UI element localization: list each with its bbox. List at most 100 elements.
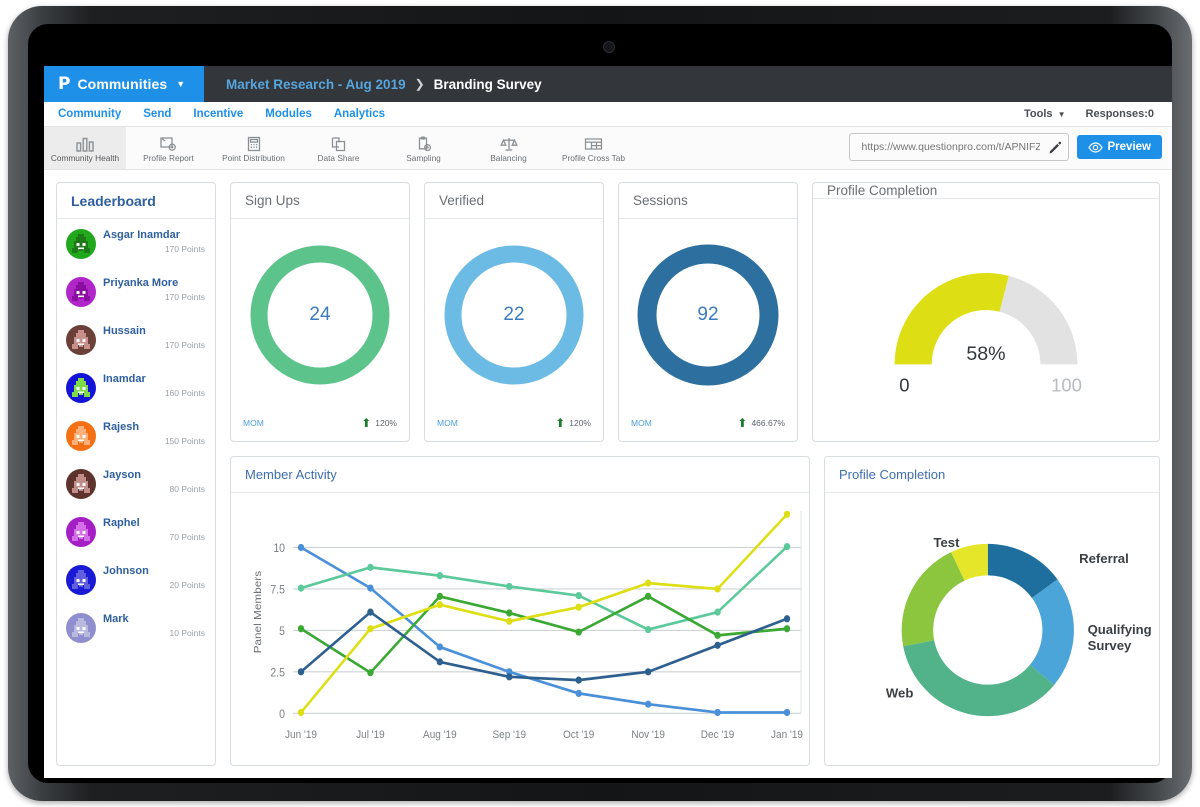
leaderboard-member-name[interactable]: Mark [103, 613, 207, 625]
breadcrumb: Market Research - Aug 2019 ❯ Branding Su… [204, 66, 1172, 102]
y-tick-label: 7.5 [270, 584, 285, 597]
nav-item-modules[interactable]: Modules [265, 108, 312, 120]
breadcrumb-parent[interactable]: Market Research - Aug 2019 [226, 77, 406, 92]
survey-url-group: Preview [849, 133, 1162, 161]
nav-item-community[interactable]: Community [58, 108, 121, 120]
tools-menu[interactable]: Tools ▼ [1024, 108, 1066, 120]
responses-count: Responses:0 [1086, 108, 1154, 120]
mom-label[interactable]: MOM [243, 418, 264, 428]
leaderboard-member-name[interactable]: Inamdar [103, 373, 207, 385]
leaderboard-member-name[interactable]: Asgar Inamdar [103, 229, 207, 241]
chart-data-point[interactable] [714, 632, 720, 639]
chart-data-point[interactable] [298, 544, 304, 551]
chart-data-point[interactable] [437, 593, 443, 600]
chart-data-point[interactable] [784, 543, 790, 550]
chart-data-point[interactable] [367, 564, 373, 571]
dashboard-right: Sign Ups 24 MOM ⬆ 120% [230, 182, 1160, 766]
leaderboard-row[interactable]: Rajesh150 Points [57, 417, 215, 465]
kpi-card-sessions: Sessions 92 MOM ⬆ 466.67% [618, 182, 798, 442]
chart-data-point[interactable] [367, 669, 373, 676]
toolbar-item-community-health[interactable]: Community Health [44, 127, 126, 169]
toolbar-item-balancing[interactable]: Balancing [466, 127, 551, 169]
toolbar-item-sampling[interactable]: Sampling [381, 127, 466, 169]
toolbar-item-point-distribution[interactable]: Point Distribution [211, 127, 296, 169]
chart-data-point[interactable] [645, 668, 651, 675]
donut-slice[interactable] [903, 640, 1054, 716]
chart-data-point[interactable] [714, 609, 720, 616]
nav-item-send[interactable]: Send [143, 108, 171, 120]
leaderboard-row[interactable]: Inamdar160 Points [57, 369, 215, 417]
chart-data-point[interactable] [714, 585, 720, 592]
leaderboard-row[interactable]: Mark10 Points [57, 609, 215, 657]
chart-data-point[interactable] [437, 643, 443, 650]
leaderboard-member-name[interactable]: Jayson [103, 469, 207, 481]
chart-data-point[interactable] [645, 580, 651, 587]
chart-data-point[interactable] [714, 709, 720, 716]
preview-button[interactable]: Preview [1077, 135, 1162, 159]
leaderboard-row[interactable]: Jayson80 Points [57, 465, 215, 513]
mom-label[interactable]: MOM [437, 418, 458, 428]
chart-data-point[interactable] [645, 593, 651, 600]
chart-data-point[interactable] [576, 628, 582, 635]
donut-slice[interactable] [902, 552, 965, 646]
chart-data-point[interactable] [298, 709, 304, 716]
leaderboard-row[interactable]: Johnson20 Points [57, 561, 215, 609]
leaderboard-row[interactable]: Raphel70 Points [57, 513, 215, 561]
chart-data-point[interactable] [298, 584, 304, 591]
leaderboard-member-name[interactable]: Priyanka More [103, 277, 207, 289]
brand-menu[interactable]: P Communities ▼ [44, 66, 204, 102]
chart-data-point[interactable] [576, 677, 582, 684]
chart-data-point[interactable] [437, 572, 443, 579]
chart-data-point[interactable] [437, 601, 443, 608]
gauge-chart: 58%0100 [813, 199, 1159, 441]
chart-data-point[interactable] [506, 673, 512, 680]
toolbar-item-profile-report[interactable]: Profile Report [126, 127, 211, 169]
gauge-header: Profile Completion [813, 183, 1159, 199]
chart-data-point[interactable] [367, 584, 373, 591]
chart-data-point[interactable] [298, 625, 304, 632]
leaderboard-member-name[interactable]: Johnson [103, 565, 207, 577]
chart-data-point[interactable] [714, 642, 720, 649]
pencil-icon[interactable] [1048, 140, 1062, 154]
donut-slice-label: Qualifying [1088, 622, 1152, 637]
pie-header: Profile Completion [825, 457, 1159, 493]
leaderboard-member-name[interactable]: Hussain [103, 325, 207, 337]
chart-data-point[interactable] [576, 604, 582, 611]
p-logo-icon: P [58, 76, 70, 93]
leaderboard-text: Asgar Inamdar170 Points [103, 229, 207, 254]
arrow-up-icon: ⬆ [361, 417, 371, 429]
mom-label[interactable]: MOM [631, 418, 652, 428]
toolbar-item-profile-cross-tab[interactable]: Profile Cross Tab [551, 127, 636, 169]
chart-data-point[interactable] [784, 511, 790, 518]
chart-data-point[interactable] [576, 690, 582, 697]
nav-item-analytics[interactable]: Analytics [334, 108, 385, 120]
leaderboard-member-name[interactable]: Raphel [103, 517, 207, 529]
chart-data-point[interactable] [784, 625, 790, 632]
kpi-value: 24 [231, 304, 409, 326]
x-tick-label: Sep '19 [492, 729, 526, 742]
leaderboard-row[interactable]: Priyanka More170 Points [57, 273, 215, 321]
leaderboard-row[interactable]: Hussain170 Points [57, 321, 215, 369]
survey-url-input[interactable] [860, 140, 1042, 154]
toolbar-item-data-share[interactable]: Data Share [296, 127, 381, 169]
chart-data-point[interactable] [576, 592, 582, 599]
chart-data-point[interactable] [506, 618, 512, 625]
chart-data-point[interactable] [367, 609, 373, 616]
donut-slice[interactable] [1030, 579, 1074, 685]
tools-label: Tools [1024, 108, 1053, 120]
nav-item-incentive[interactable]: Incentive [193, 108, 243, 120]
chart-data-point[interactable] [298, 668, 304, 675]
chart-data-point[interactable] [506, 583, 512, 590]
x-tick-label: Aug '19 [423, 729, 457, 742]
chart-data-point[interactable] [367, 625, 373, 632]
survey-url-box[interactable] [849, 133, 1069, 161]
chart-data-point[interactable] [645, 626, 651, 633]
leaderboard-member-name[interactable]: Rajesh [103, 421, 207, 433]
chart-data-point[interactable] [506, 609, 512, 616]
chart-data-point[interactable] [784, 709, 790, 716]
chart-data-point[interactable] [784, 615, 790, 622]
chart-data-point[interactable] [645, 701, 651, 708]
chart-data-point[interactable] [437, 658, 443, 665]
kpi-delta-value: 466.67% [751, 418, 785, 428]
leaderboard-row[interactable]: Asgar Inamdar170 Points [57, 225, 215, 273]
